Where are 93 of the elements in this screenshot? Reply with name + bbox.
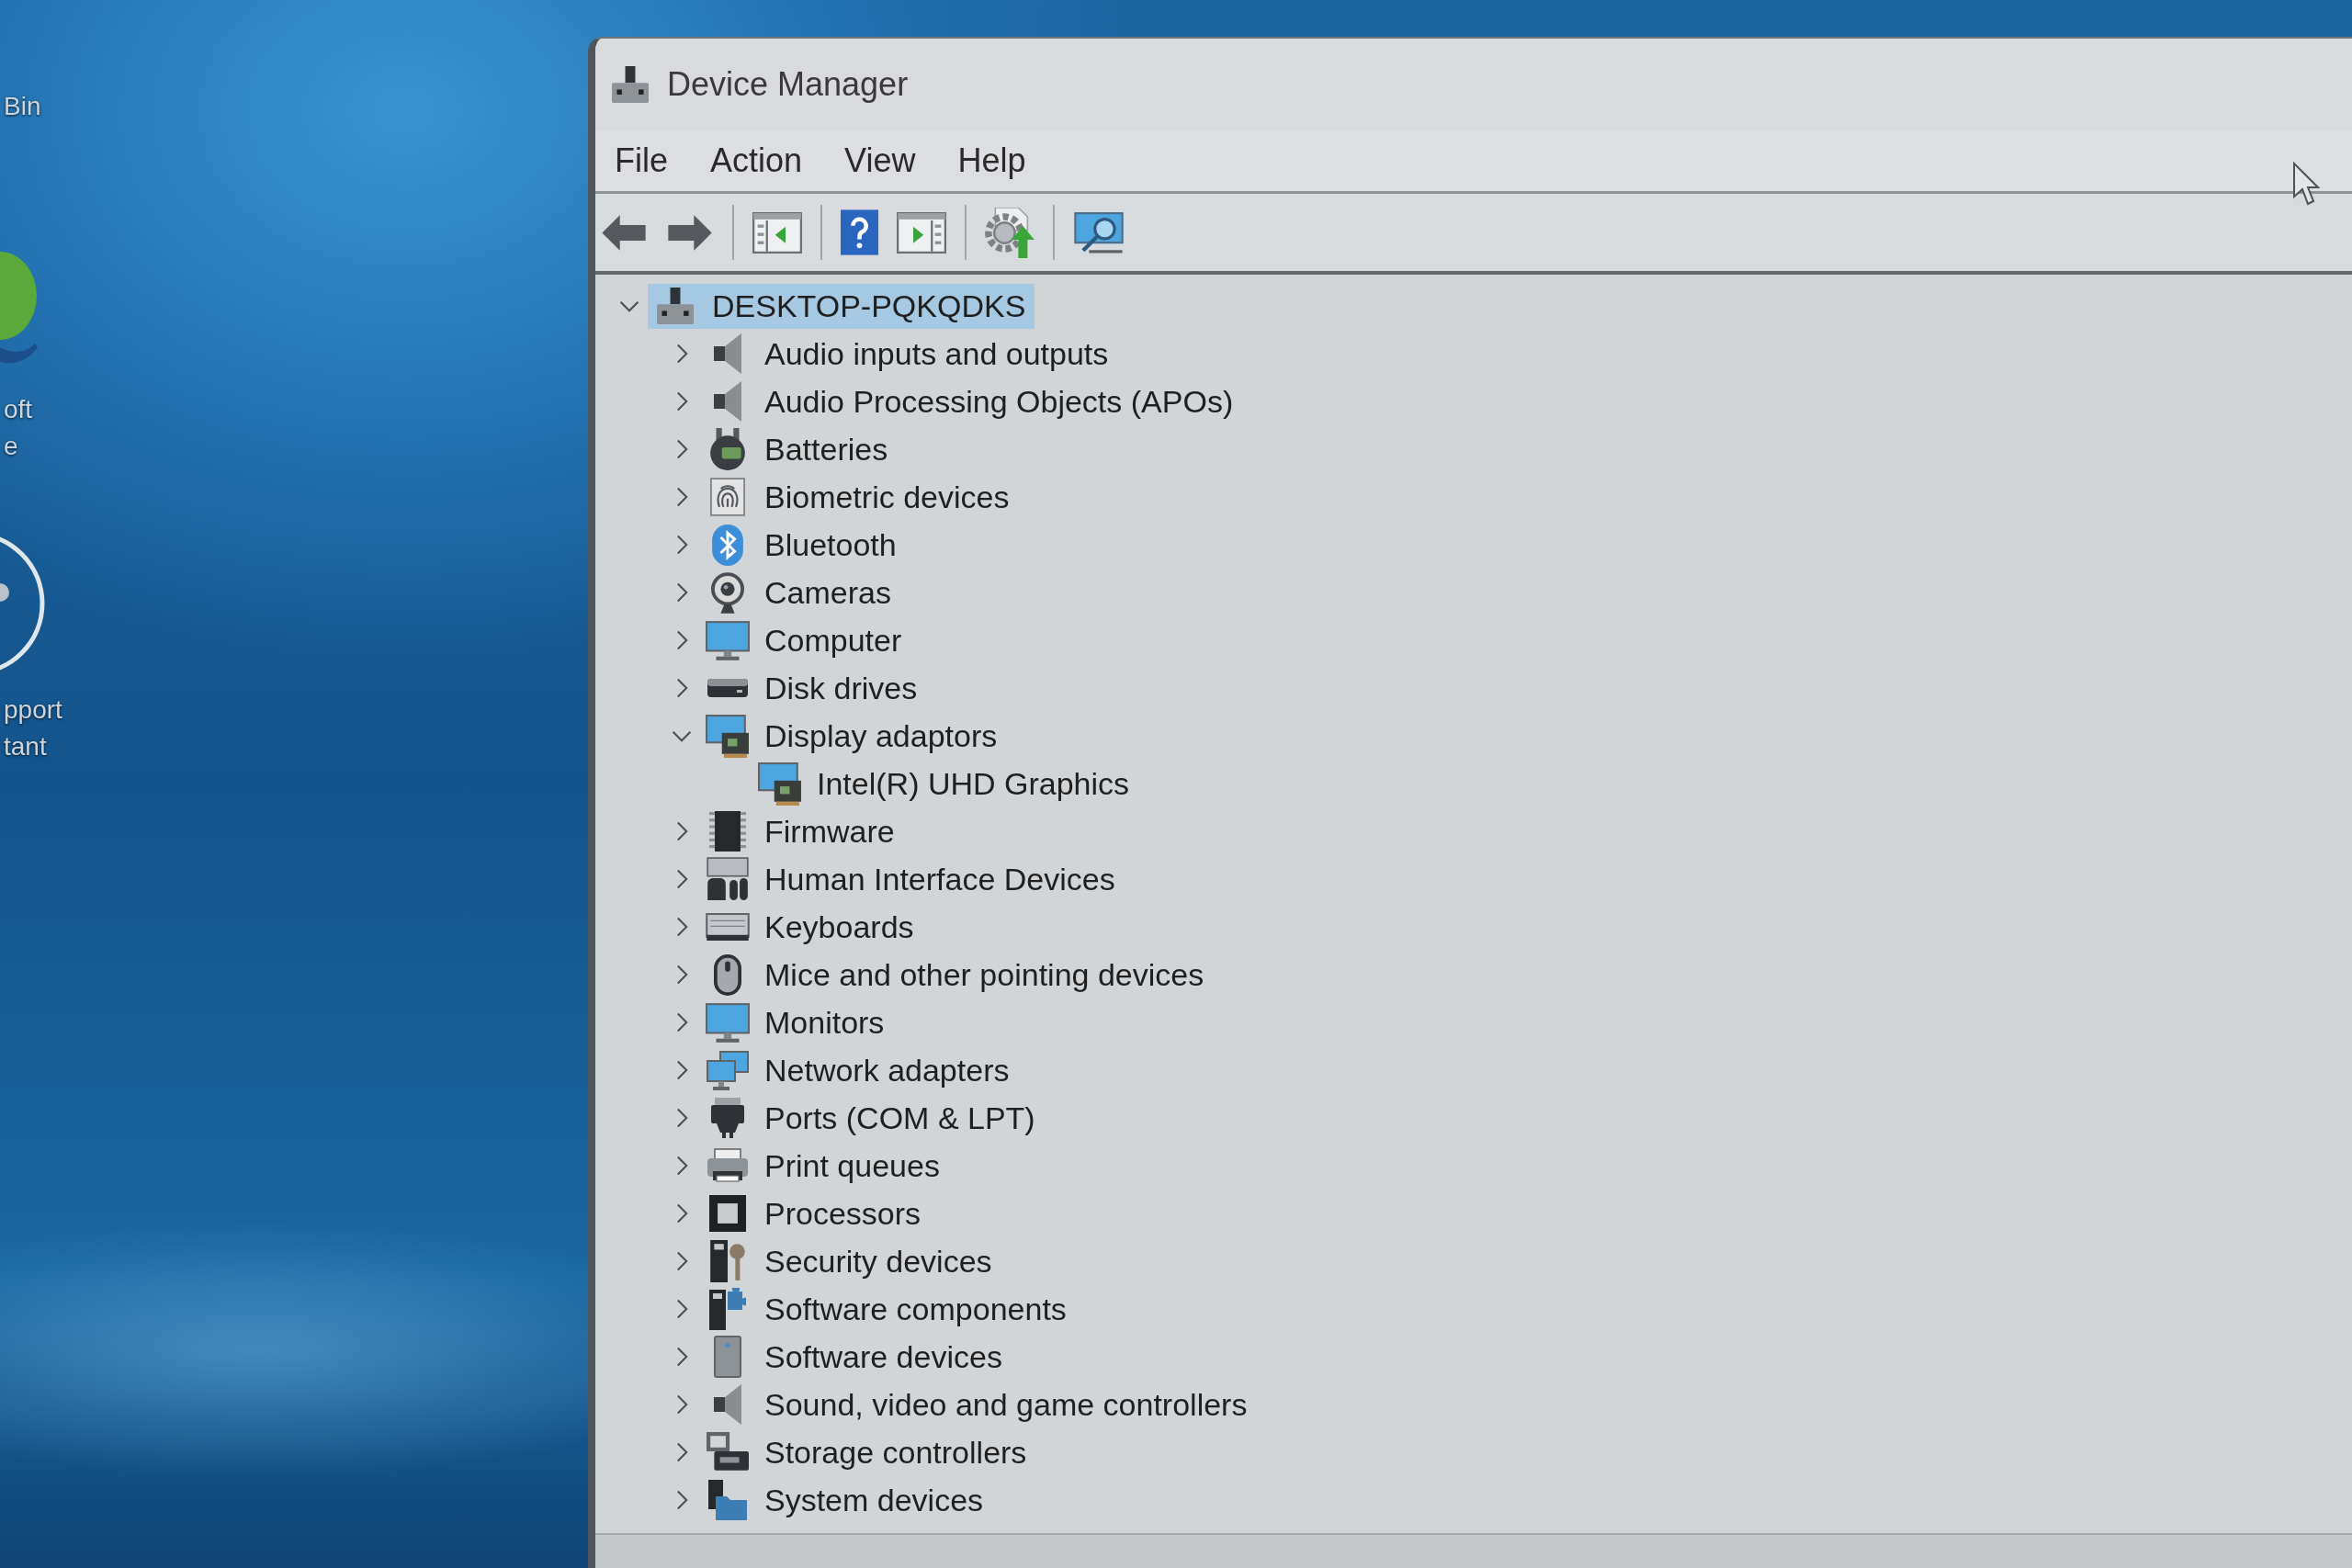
menu-item[interactable]: Action [710, 141, 803, 180]
monitor-icon [706, 620, 750, 660]
monitor-chip-icon [706, 714, 750, 758]
tower-key-icon [710, 1240, 745, 1282]
chevron-icon[interactable] [675, 344, 688, 364]
monitor-icon [706, 1002, 750, 1043]
chevron-icon[interactable] [675, 1442, 688, 1462]
tree-item[interactable]: Disk drives [700, 665, 927, 711]
chevron-icon[interactable] [675, 821, 688, 841]
menu-item[interactable]: Help [957, 141, 1026, 180]
tower-folder-icon [708, 1480, 747, 1520]
chevron-icon[interactable] [672, 729, 692, 742]
speaker-icon [714, 381, 741, 422]
tree-item[interactable]: Sound, video and game controllers [700, 1382, 1257, 1427]
chevron-icon[interactable] [675, 439, 688, 459]
chevron-icon[interactable] [675, 917, 688, 937]
input-devices-icon [707, 857, 749, 901]
tree-item[interactable]: Human Interface Devices [700, 856, 1125, 902]
chevron-icon[interactable] [675, 1347, 688, 1367]
gear-up-arrow-icon[interactable] [985, 207, 1035, 258]
desktop-icon-label: pport [4, 694, 62, 726]
chevron-icon[interactable] [675, 1490, 688, 1510]
tree-item[interactable]: Ports (COM & LPT) [700, 1095, 1045, 1141]
forward-arrow-icon[interactable] [666, 212, 714, 253]
storage-controller-icon [707, 1432, 749, 1472]
tree-item[interactable]: Batteries [700, 426, 898, 472]
tree-item[interactable]: Keyboards [700, 904, 923, 950]
chevron-icon[interactable] [675, 391, 688, 412]
window-title: Device Manager [667, 65, 909, 104]
chevron-icon[interactable] [675, 1394, 688, 1415]
tree-item[interactable]: Software components [700, 1286, 1076, 1332]
plug-icon [710, 428, 745, 470]
chevron-icon[interactable] [675, 1299, 688, 1319]
desktop-icon-label: Bin [4, 91, 41, 122]
connector-icon [711, 1098, 744, 1138]
chevron-icon[interactable] [675, 678, 688, 698]
chevron-icon[interactable] [675, 1251, 688, 1271]
monitor-magnifier-icon[interactable] [1073, 210, 1125, 254]
tree-item[interactable]: DESKTOP-PQKQDKS [648, 283, 1035, 329]
printer-icon [707, 1148, 749, 1183]
pc-icon [612, 66, 649, 103]
network-monitors-icon [707, 1050, 749, 1090]
tree-item[interactable]: Mice and other pointing devices [700, 952, 1214, 998]
desktop-icon-label: oft [4, 394, 33, 425]
speaker-icon [714, 333, 741, 374]
webcam-icon [711, 571, 744, 614]
bluetooth-icon [712, 524, 743, 566]
chip-icon [709, 811, 746, 852]
tree-item[interactable]: Monitors [700, 999, 894, 1045]
tree-item[interactable]: Security devices [700, 1238, 1001, 1284]
menu-item[interactable]: File [615, 141, 668, 180]
tower-puzzle-icon [709, 1288, 746, 1330]
chevron-icon[interactable] [675, 1203, 688, 1224]
tree-item[interactable]: Intel(R) UHD Graphics [752, 761, 1139, 807]
tree-item[interactable]: Processors [700, 1190, 931, 1236]
fingerprint-icon [710, 478, 745, 516]
tree-item[interactable]: Storage controllers [700, 1429, 1036, 1475]
chevron-icon[interactable] [675, 1156, 688, 1176]
tree-item[interactable]: System devices [700, 1477, 993, 1523]
disk-drive-icon [707, 679, 748, 697]
back-arrow-icon[interactable] [600, 212, 648, 253]
tree-item[interactable]: Audio Processing Objects (APOs) [700, 378, 1243, 424]
tree-item[interactable]: Biometric devices [700, 474, 1019, 520]
monitor-chip-icon [758, 761, 802, 806]
chevron-icon[interactable] [675, 582, 688, 603]
menu-item[interactable]: View [844, 141, 916, 180]
chevron-icon[interactable] [675, 869, 688, 889]
tree-item[interactable]: Print queues [700, 1143, 949, 1189]
keyboard-icon [706, 913, 750, 941]
chevron-icon[interactable] [675, 630, 688, 650]
pc-icon [657, 288, 694, 324]
help-icon[interactable] [841, 209, 878, 255]
chevron-icon[interactable] [675, 535, 688, 555]
tree-item[interactable]: Firmware [700, 808, 904, 854]
tree-item[interactable]: Bluetooth [700, 522, 906, 568]
tree-item[interactable]: Network adapters [700, 1047, 1019, 1093]
tree-item[interactable]: Software devices [700, 1334, 1012, 1380]
tower-icon [714, 1336, 741, 1378]
speaker-icon [714, 1384, 741, 1425]
chevron-icon[interactable] [675, 964, 688, 985]
chevron-icon[interactable] [675, 487, 688, 507]
desktop-icon-label: e [4, 431, 18, 462]
processor-icon [709, 1195, 746, 1232]
chevron-icon[interactable] [675, 1012, 688, 1032]
tree-item[interactable]: Cameras [700, 570, 900, 615]
chevron-icon[interactable] [675, 1060, 688, 1080]
chevron-icon[interactable] [675, 1108, 688, 1128]
chevron-icon[interactable] [619, 299, 639, 312]
tree-item[interactable]: Display adaptors [700, 713, 1007, 759]
mouse-icon [714, 953, 741, 996]
tree-item[interactable]: Computer [700, 617, 911, 663]
tree-item[interactable]: Audio inputs and outputs [700, 331, 1118, 377]
desktop-icon-label: tant [4, 731, 47, 762]
